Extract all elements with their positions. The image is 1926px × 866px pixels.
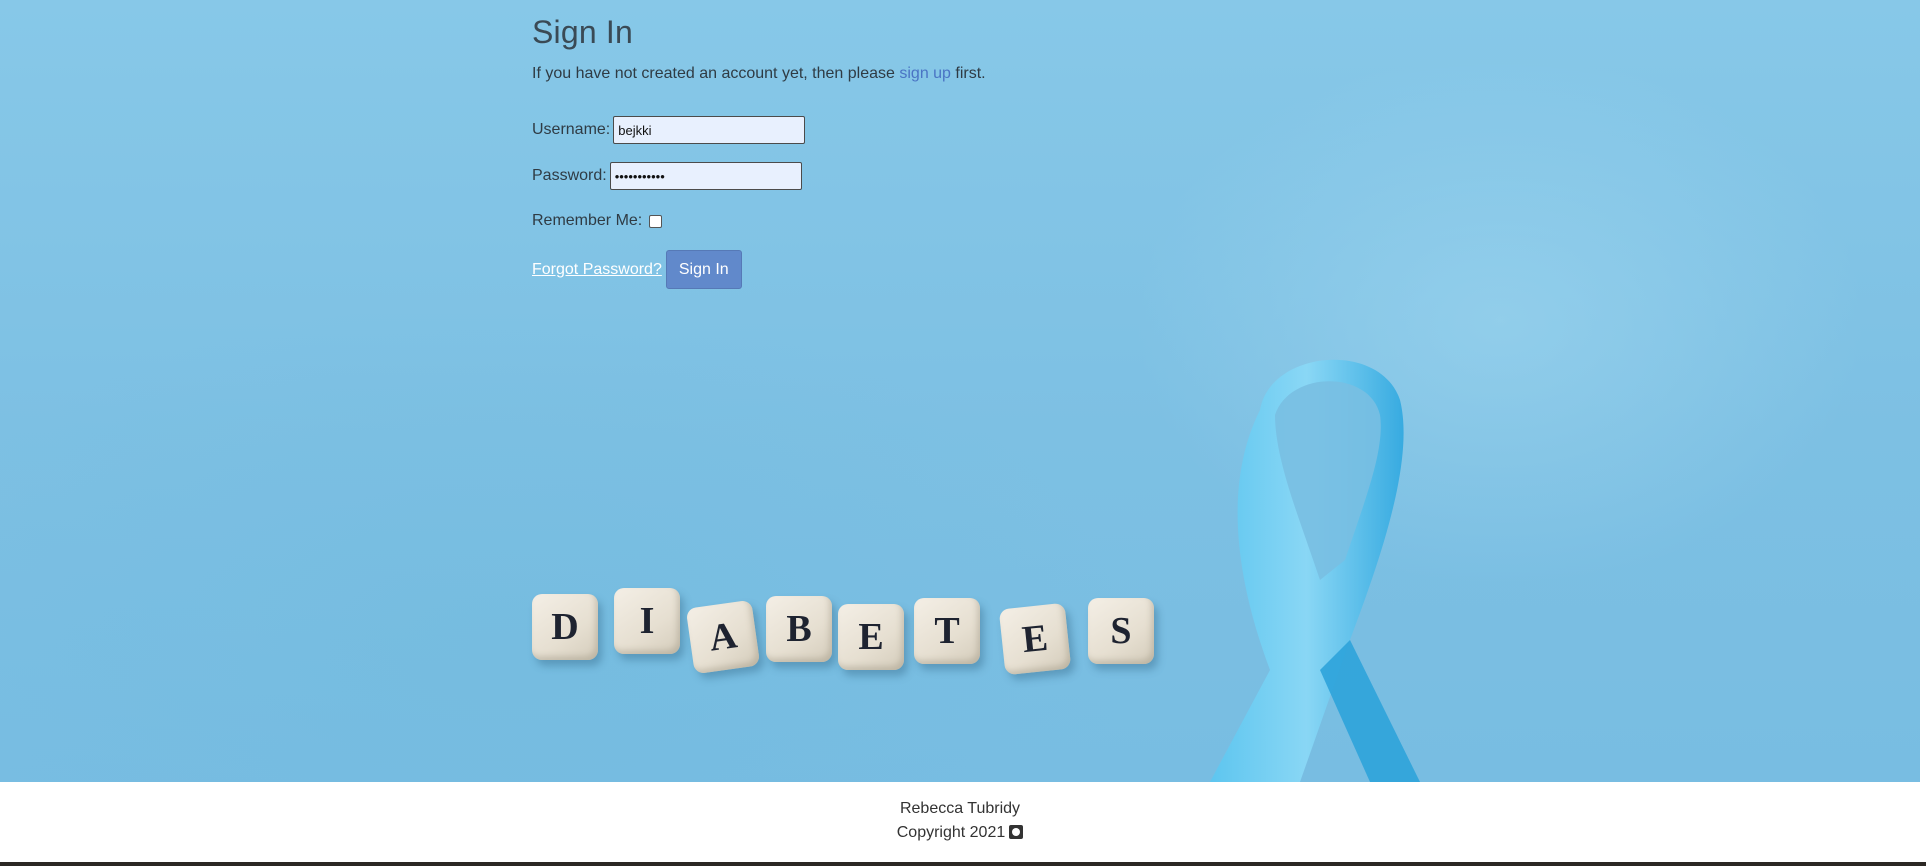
footer-copyright: Copyright 2021 xyxy=(0,824,1920,842)
die: S xyxy=(1088,598,1154,664)
username-label: Username: xyxy=(532,121,611,138)
die: I xyxy=(614,588,680,654)
remember-label: Remember Me: xyxy=(532,212,643,229)
signup-prompt: If you have not created an account yet, … xyxy=(532,65,1232,83)
signin-form: Sign In If you have not created an accou… xyxy=(532,14,1232,289)
copyright-text: Copyright 2021 xyxy=(896,824,1006,841)
page-edge xyxy=(1920,0,1926,782)
signup-prompt-text: If you have not created an account yet, … xyxy=(532,65,900,82)
password-input[interactable] xyxy=(609,162,802,190)
die: E xyxy=(838,604,904,670)
forgot-password-link[interactable]: Forgot Password? xyxy=(532,261,662,279)
awareness-ribbon-image xyxy=(1210,359,1420,782)
hero-background: D I A B E T E S Sign In If you have not … xyxy=(0,0,1920,782)
die: D xyxy=(532,594,598,660)
remember-checkbox[interactable] xyxy=(649,214,663,228)
sign-in-button[interactable]: Sign In xyxy=(665,250,742,289)
password-row: Password: xyxy=(532,162,802,190)
die: T xyxy=(914,598,980,664)
die: B xyxy=(766,596,832,662)
footer: Rebecca Tubridy Copyright 2021 xyxy=(0,782,1920,862)
github-icon[interactable] xyxy=(1009,825,1024,839)
die: A xyxy=(685,599,761,675)
footer-author: Rebecca Tubridy xyxy=(899,800,1021,817)
password-label: Password: xyxy=(532,167,607,184)
remember-row: Remember Me: xyxy=(532,212,663,230)
signup-prompt-text-end: first. xyxy=(950,65,986,82)
username-row: Username: xyxy=(532,116,806,144)
actions-row: Forgot Password? Sign In xyxy=(532,250,742,289)
die: E xyxy=(998,602,1072,676)
username-input[interactable] xyxy=(613,116,806,144)
page-title: Sign In xyxy=(532,14,634,50)
taskbar-strip xyxy=(0,862,1926,866)
signup-link[interactable]: sign up xyxy=(899,65,951,82)
